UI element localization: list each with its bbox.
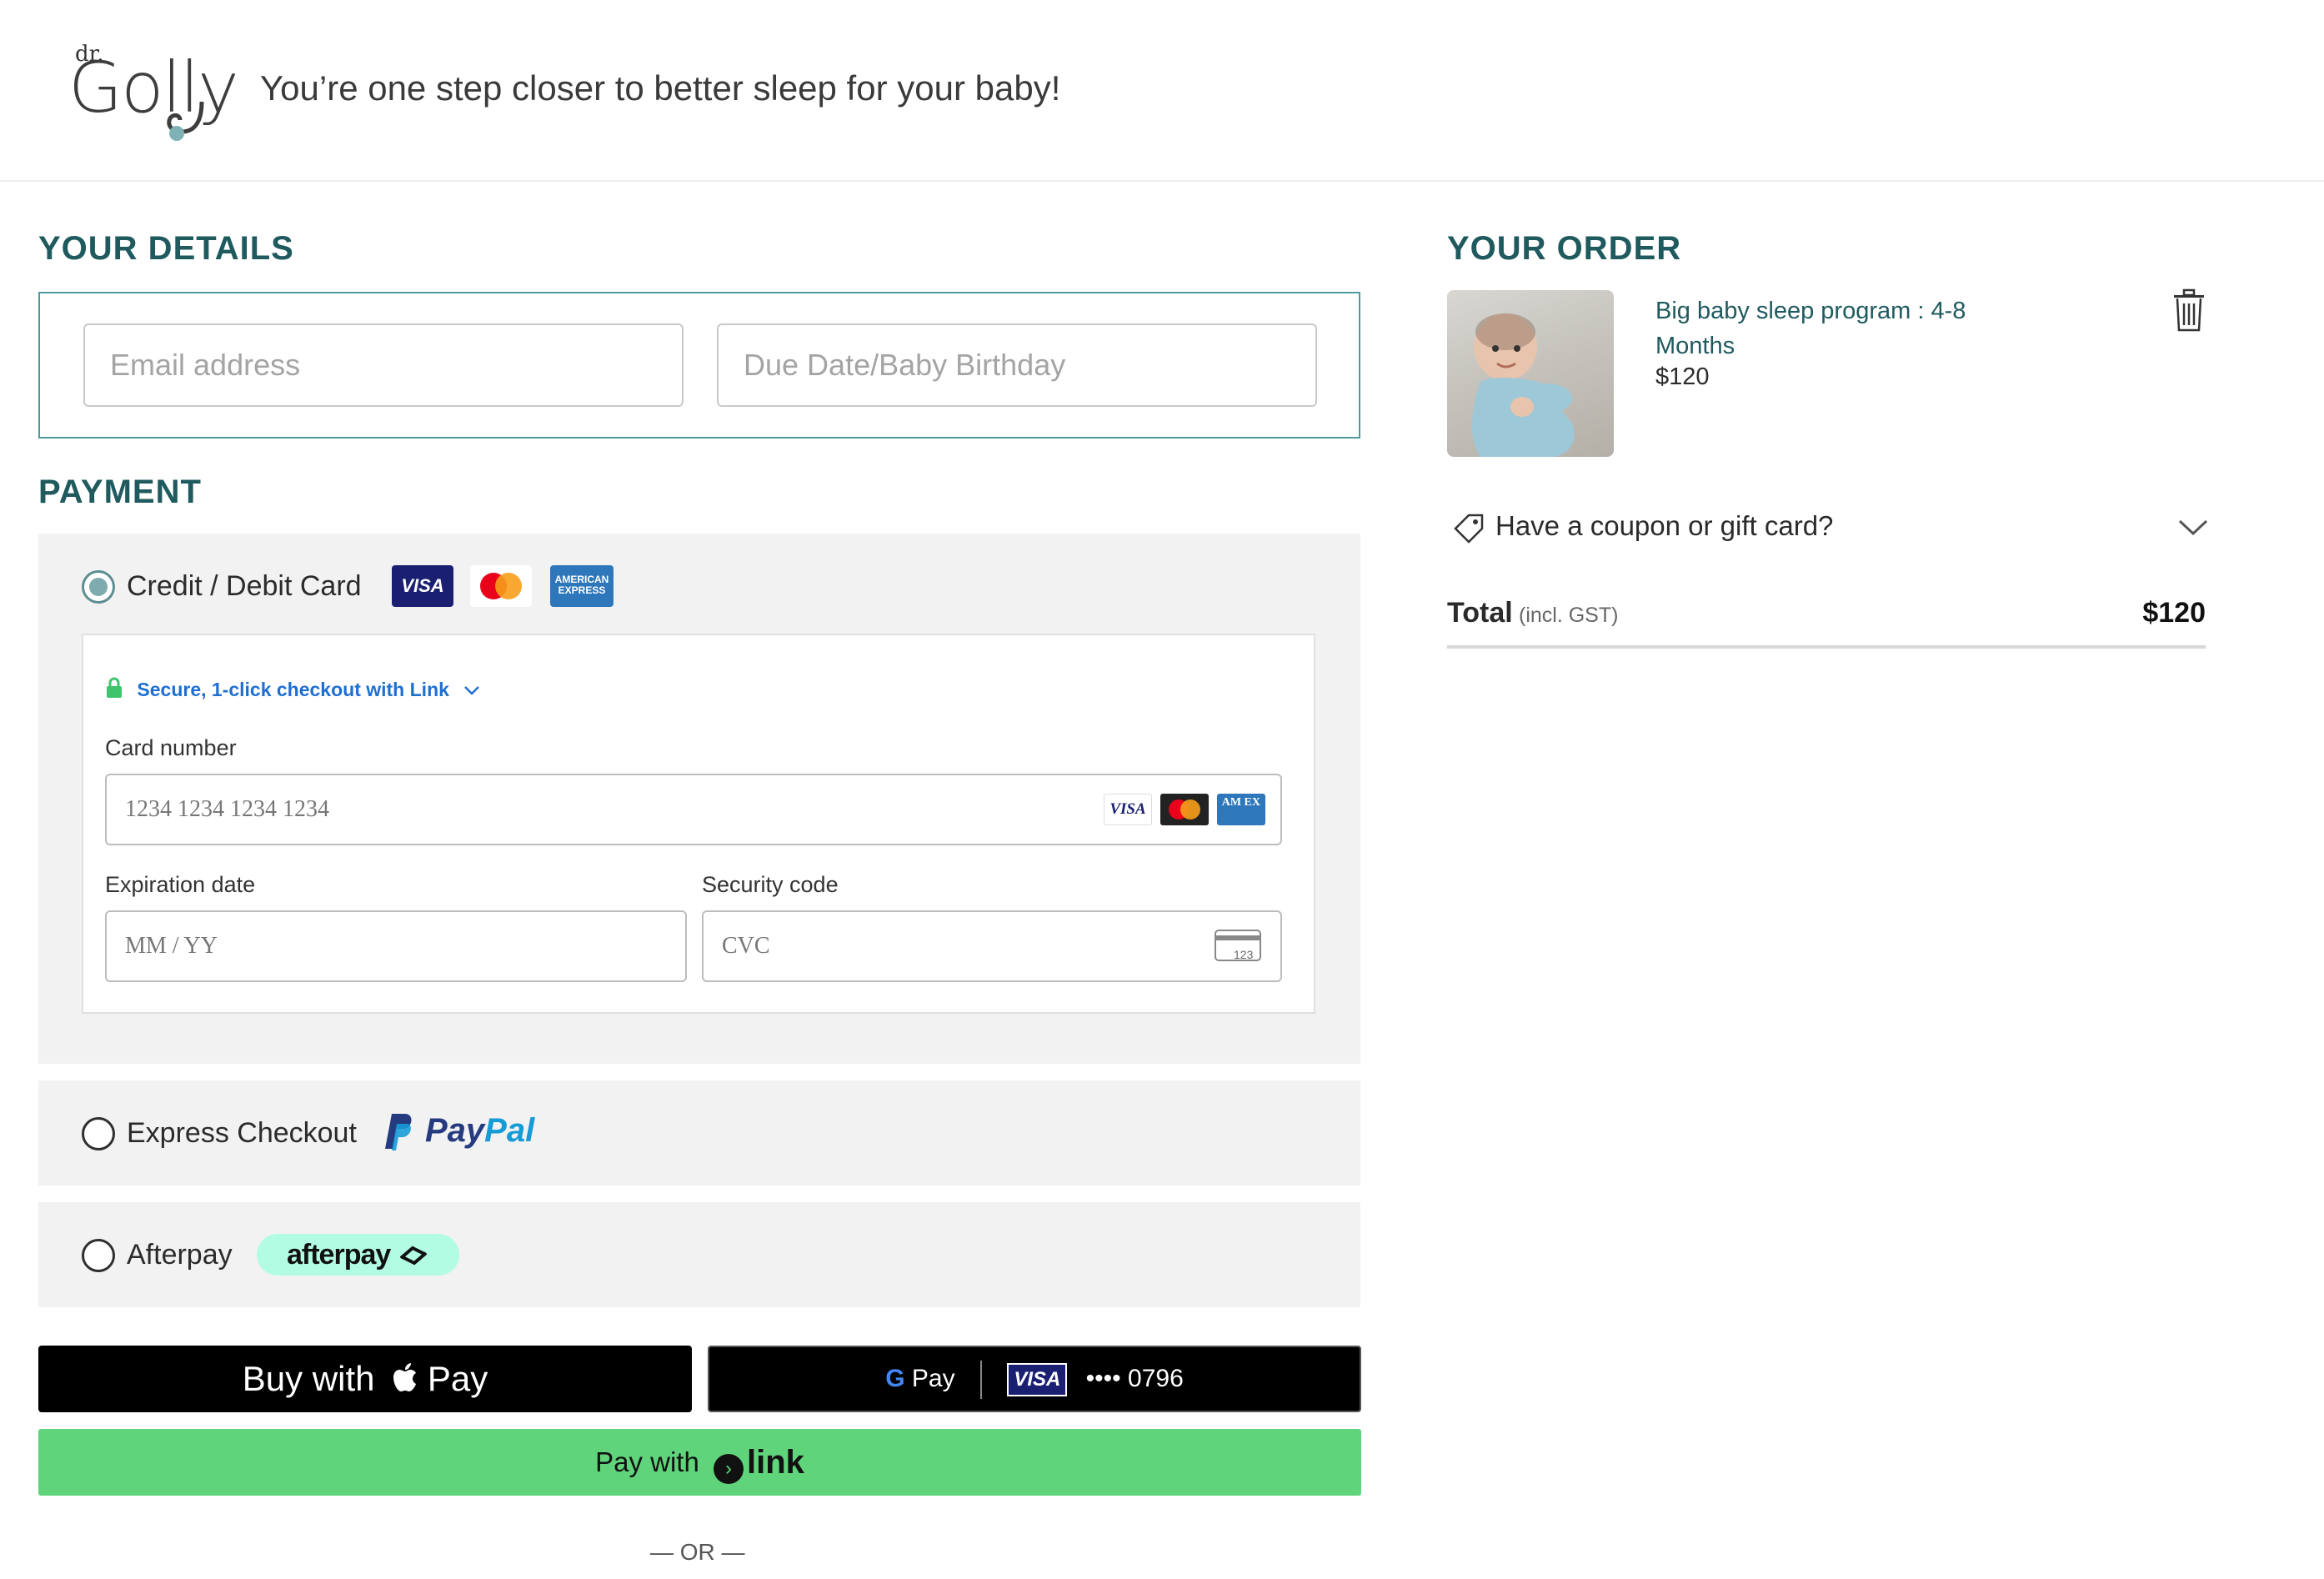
express-checkout-label: Express Checkout (127, 1117, 357, 1149)
baby-photo-icon (1472, 313, 1575, 457)
product-price: $120 (1655, 363, 1710, 390)
svg-text:123: 123 (1234, 948, 1254, 961)
cvc-card-icon: 123 (1215, 930, 1261, 961)
logo-swirl-icon (167, 101, 204, 141)
credit-card-label: Credit / Debit Card (127, 570, 362, 602)
total-tax-note: (incl. GST) (1519, 604, 1619, 627)
cvc-label: Security code (702, 872, 839, 897)
card-mastercard-icon (1160, 794, 1209, 825)
visa-badge: VISA (392, 565, 453, 607)
link-checkout-toggle[interactable]: Secure, 1-click checkout with Link (105, 677, 481, 701)
or-divider: — OR — (650, 1539, 745, 1565)
amex-badge: AMERICAN EXPRESS (550, 565, 614, 607)
trash-icon[interactable] (2172, 288, 2206, 333)
header-tagline: You’re one step closer to better sleep f… (260, 68, 1061, 108)
your-details-title: YOUR DETAILS (38, 230, 294, 267)
due-date-input[interactable] (717, 323, 1317, 407)
card-visa-icon: VISA (1104, 794, 1152, 825)
payment-title: PAYMENT (38, 474, 202, 510)
lock-icon (107, 677, 122, 698)
chevron-down-icon (2178, 519, 2208, 536)
credit-card-panel: Credit / Debit Card VISA AMERICAN EXPRES… (38, 534, 1360, 1064)
card-amex-icon: AM EX (1217, 794, 1265, 825)
paypal-p-icon (385, 1114, 412, 1150)
link-arrow-icon: › (713, 1454, 744, 1484)
link-checkout-text: Secure, 1-click checkout with Link (137, 679, 449, 700)
afterpay-logo: afterpay (257, 1234, 459, 1276)
apple-logo-icon (393, 1363, 417, 1391)
google-pay-button[interactable]: G Pay VISA •••• 0796 (708, 1346, 1361, 1412)
gpay-visa-badge: VISA (1007, 1363, 1068, 1397)
dr-golly-logo[interactable]: dr. Golly (68, 42, 239, 142)
your-order-title: YOUR ORDER (1447, 230, 1682, 267)
details-form (38, 292, 1360, 439)
pay-with-link-button[interactable]: Pay with › link (38, 1429, 1361, 1496)
card-number-input[interactable]: 1234 1234 1234 1234 VISA AM EX (105, 774, 1282, 845)
chevron-down-icon (464, 686, 480, 695)
cvc-placeholder: CVC (722, 933, 770, 959)
expiry-placeholder: MM / YY (125, 933, 218, 959)
total-label: Total (1447, 597, 1513, 629)
apple-pay-button[interactable]: Buy with Pay (38, 1346, 692, 1412)
logo-word: Golly (68, 47, 239, 128)
cvc-input[interactable]: CVC 123 (702, 910, 1282, 982)
expiry-input[interactable]: MM / YY (105, 910, 687, 982)
tag-icon (1454, 514, 1484, 544)
email-input[interactable] (83, 323, 684, 407)
paypal-logo: PayPal (425, 1112, 535, 1149)
afterpay-label: Afterpay (127, 1239, 233, 1271)
card-number-label: Card number (105, 735, 237, 760)
credit-card-radio[interactable] (82, 570, 115, 604)
product-name[interactable]: Big baby sleep program : 4-8 Months (1655, 293, 2006, 363)
express-checkout-panel: Express Checkout PayPal (38, 1080, 1360, 1186)
gpay-card-number: •••• 0796 (1085, 1365, 1184, 1392)
product-image (1447, 290, 1614, 457)
afterpay-radio[interactable] (82, 1239, 115, 1272)
gpay-divider (979, 1361, 982, 1400)
coupon-label: Have a coupon or gift card? (1495, 510, 1834, 541)
order-total-row: Total (incl. GST) $120 (1447, 589, 2206, 649)
expiry-label: Expiration date (105, 872, 256, 897)
google-g-icon: G (885, 1365, 905, 1392)
afterpay-arrows-icon (399, 1246, 428, 1266)
express-checkout-radio[interactable] (82, 1117, 115, 1150)
coupon-toggle[interactable]: Have a coupon or gift card? (1447, 497, 2209, 559)
total-amount: $120 (2142, 597, 2206, 629)
page-header: dr. Golly You’re one step closer to bett… (0, 0, 2324, 182)
mastercard-badge (470, 565, 532, 607)
card-form-frame: Secure, 1-click checkout with Link Card … (82, 634, 1315, 1014)
afterpay-panel: Afterpay afterpay (38, 1202, 1360, 1307)
card-number-placeholder: 1234 1234 1234 1234 (125, 796, 329, 822)
